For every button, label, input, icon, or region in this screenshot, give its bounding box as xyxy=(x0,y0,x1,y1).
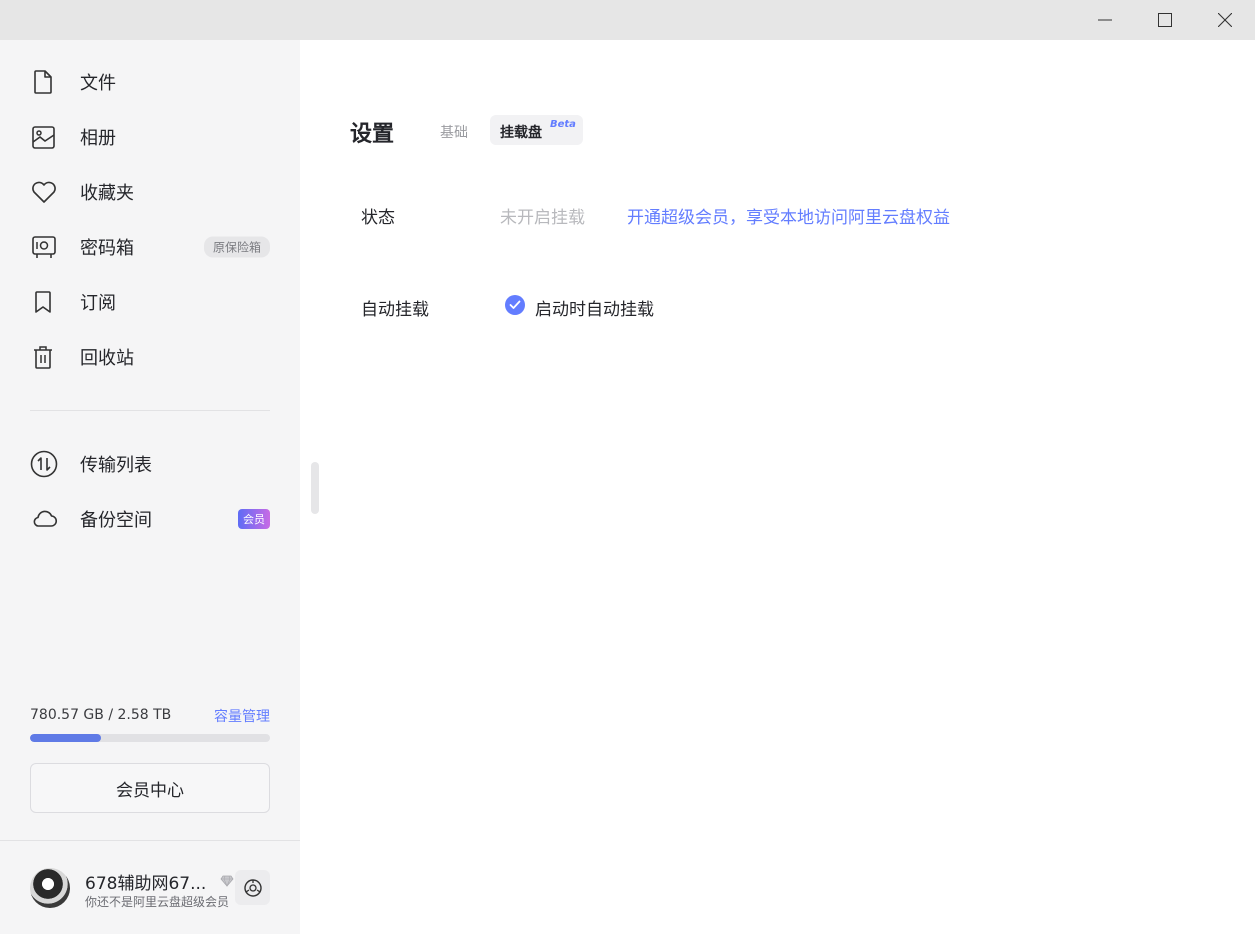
bookmark-icon xyxy=(30,287,60,317)
status-label: 状态 xyxy=(361,208,395,228)
auto-mount-label: 自动挂载 xyxy=(361,300,429,320)
photo-icon xyxy=(30,122,60,152)
heart-icon xyxy=(30,177,60,207)
minimize-button[interactable] xyxy=(1075,0,1135,40)
title-bar xyxy=(0,0,1255,40)
sidebar-item-label: 传输列表 xyxy=(80,455,152,476)
sidebar-bottom-divider xyxy=(0,840,300,841)
minimize-icon xyxy=(1098,19,1112,21)
sidebar-divider xyxy=(30,410,270,411)
checkmark-icon xyxy=(509,300,521,309)
sidebar-item-label: 回收站 xyxy=(80,348,134,369)
sidebar-item-label: 订阅 xyxy=(80,293,116,314)
transfer-icon xyxy=(30,449,60,479)
diamond-icon xyxy=(220,872,234,891)
avatar[interactable] xyxy=(30,868,70,908)
settings-button[interactable] xyxy=(235,870,270,905)
user-name: 678辅助网67... xyxy=(85,874,207,894)
vip-badge: 会员 xyxy=(238,509,270,529)
sidebar-resize-handle[interactable] xyxy=(311,462,319,514)
auto-mount-checkbox[interactable] xyxy=(505,295,525,315)
sidebar-item-backup[interactable]: 备份空间 会员 xyxy=(30,499,270,539)
maximize-button[interactable] xyxy=(1135,0,1195,40)
sidebar-item-files[interactable]: 文件 xyxy=(30,62,270,102)
sidebar: 文件 相册 收藏夹 密码箱 原保险箱 订阅 回收站 传输列表 备份空间 会员 7… xyxy=(0,40,300,934)
close-icon xyxy=(1218,13,1232,27)
sidebar-item-label: 相册 xyxy=(80,128,116,149)
maximize-icon xyxy=(1158,13,1172,27)
cloud-icon xyxy=(30,504,60,534)
safe-icon xyxy=(30,232,60,262)
beta-tag: Beta xyxy=(550,119,576,130)
sidebar-item-favorites[interactable]: 收藏夹 xyxy=(30,172,270,212)
tab-mount-drive-label: 挂载盘 xyxy=(500,125,542,141)
sidebar-item-label: 备份空间 xyxy=(80,510,152,531)
tab-basic[interactable]: 基础 xyxy=(440,122,468,142)
sidebar-item-safe[interactable]: 密码箱 原保险箱 xyxy=(30,227,270,267)
close-button[interactable] xyxy=(1195,0,1255,40)
sidebar-item-label: 收藏夹 xyxy=(80,183,134,204)
page-title: 设置 xyxy=(350,122,395,147)
sidebar-item-label: 文件 xyxy=(80,73,116,94)
user-membership-status: 你还不是阿里云盘超级会员 xyxy=(85,895,230,909)
storage-progress-fill xyxy=(30,734,101,742)
upgrade-membership-link[interactable]: 开通超级会员，享受本地访问阿里云盘权益 xyxy=(627,203,950,228)
storage-usage: 780.57 GB / 2.58 TB xyxy=(30,707,172,723)
sidebar-item-subscriptions[interactable]: 订阅 xyxy=(30,282,270,322)
sidebar-item-trash[interactable]: 回收站 xyxy=(30,337,270,377)
settings-icon xyxy=(243,878,262,897)
safe-badge: 原保险箱 xyxy=(203,236,270,258)
status-value: 未开启挂载 xyxy=(500,208,585,228)
sidebar-item-label: 密码箱 xyxy=(80,238,134,259)
tab-mount-drive[interactable]: 挂载盘 Beta xyxy=(490,115,583,145)
auto-mount-option-label[interactable]: 启动时自动挂载 xyxy=(535,295,654,320)
file-icon xyxy=(30,67,60,97)
storage-progress-bar xyxy=(30,734,270,742)
trash-icon xyxy=(30,342,60,372)
storage-manage-link[interactable]: 容量管理 xyxy=(214,706,270,726)
sidebar-item-photos[interactable]: 相册 xyxy=(30,117,270,157)
sidebar-item-transfers[interactable]: 传输列表 xyxy=(30,444,270,484)
member-center-button[interactable]: 会员中心 xyxy=(30,763,270,813)
